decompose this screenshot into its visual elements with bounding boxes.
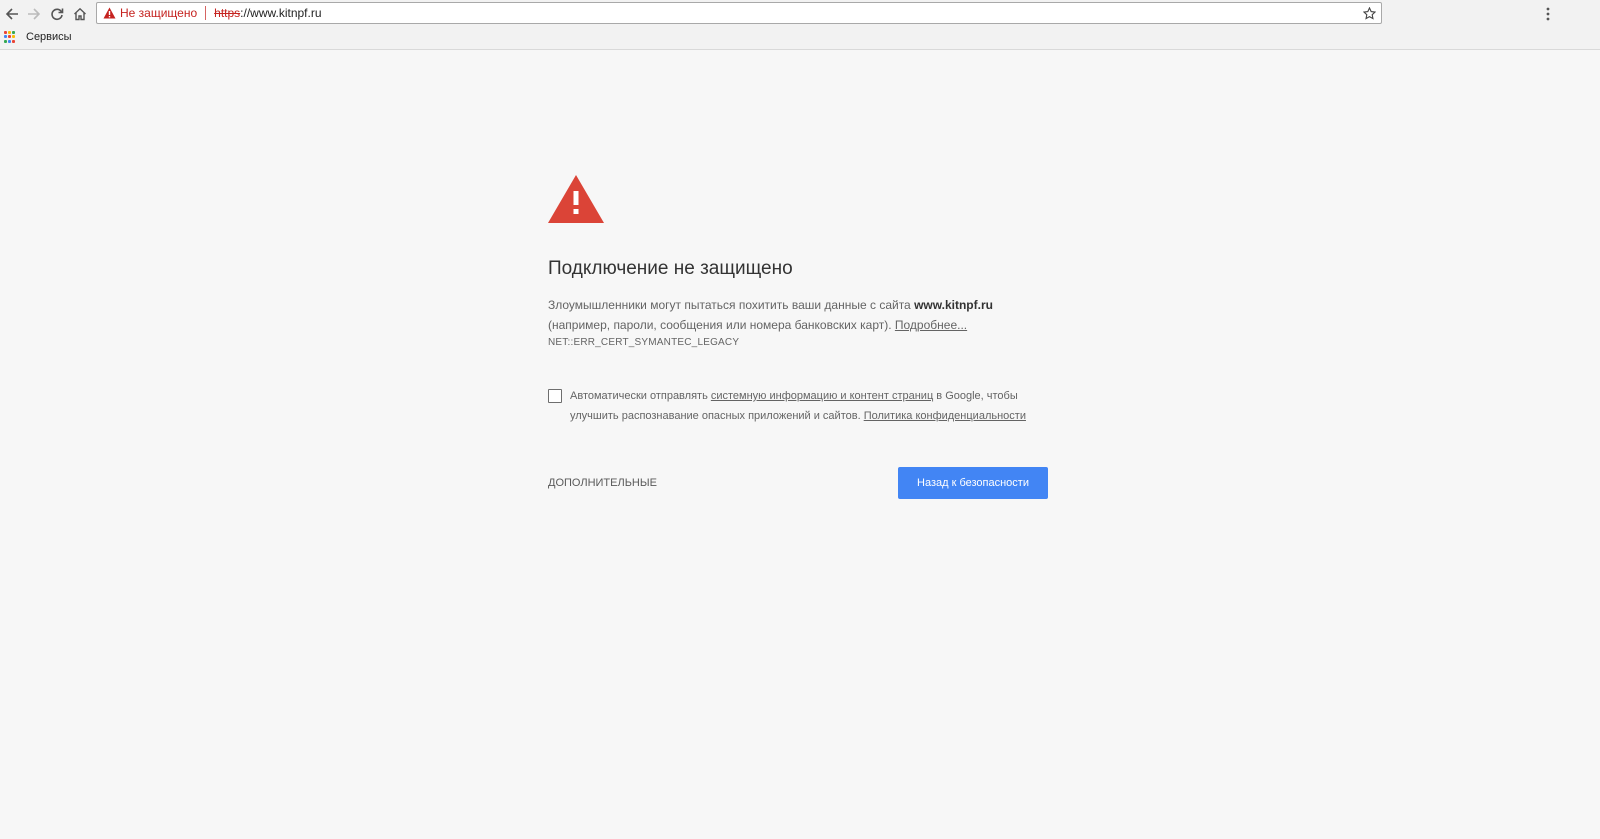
bookmarks-bar: Сервисы: [0, 28, 1600, 50]
learn-more-link[interactable]: Подробнее...: [895, 318, 967, 332]
home-icon: [74, 7, 86, 21]
star-icon: [1362, 6, 1376, 20]
error-code: NET::ERR_CERT_SYMANTEC_LEGACY: [548, 337, 740, 348]
bookmark-star-button[interactable]: [1361, 5, 1377, 21]
forward-button[interactable]: [24, 4, 44, 24]
security-label: Не защищено: [120, 6, 198, 20]
site-domain: www.kitnpf.ru: [914, 298, 993, 312]
kebab-menu-icon: [1546, 7, 1550, 21]
address-bar[interactable]: Не защищено https://www.kitnpf.ru: [96, 2, 1382, 24]
privacy-policy-link[interactable]: Политика конфиденциальности: [864, 410, 1026, 422]
url-scheme: https: [214, 6, 241, 20]
browser-toolbar: Не защищено https://www.kitnpf.ru: [0, 0, 1600, 28]
chip-divider: [205, 6, 207, 20]
browser-menu-button[interactable]: [1540, 4, 1556, 24]
main-message: Злоумышленники могут пытаться похитить в…: [548, 295, 1048, 335]
message-prefix: Злоумышленники могут пытаться похитить в…: [548, 298, 915, 312]
url-host: ://www.kitnpf.ru: [240, 6, 322, 20]
security-chip[interactable]: Не защищено: [97, 3, 197, 23]
bookmark-apps[interactable]: Сервисы: [4, 31, 72, 43]
back-button[interactable]: [2, 4, 22, 24]
message-suffix: (например, пароли, сообщения или номера …: [548, 318, 895, 332]
reload-icon: [51, 8, 64, 21]
home-button[interactable]: [70, 4, 90, 24]
bookmark-apps-label: Сервисы: [26, 31, 72, 43]
page-title: Подключение не защищено: [548, 258, 793, 279]
opt-in-checkbox[interactable]: [548, 389, 562, 403]
back-to-safety-button[interactable]: Назад к безопасности: [898, 467, 1048, 499]
ssl-interstitial: Подключение не защищено Злоумышленники м…: [548, 175, 1048, 499]
opt-in-prefix: Автоматически отправлять: [570, 390, 711, 402]
apps-grid-icon: [4, 31, 16, 43]
reload-button[interactable]: [47, 4, 67, 24]
warning-triangle-icon: [548, 175, 604, 223]
arrow-left-icon: [5, 8, 18, 20]
advanced-button[interactable]: ДОПОЛНИТЕЛЬНЫЕ: [548, 467, 657, 499]
warning-triangle-icon: [103, 7, 116, 19]
opt-in-text: Автоматически отправлять системную инфор…: [570, 386, 1048, 426]
system-info-link[interactable]: системную информацию и контент страниц: [711, 390, 933, 402]
extended-reporting-opt-in: Автоматически отправлять системную инфор…: [548, 386, 1048, 426]
arrow-right-icon: [28, 8, 41, 20]
action-row: ДОПОЛНИТЕЛЬНЫЕ Назад к безопасности: [548, 467, 1048, 499]
